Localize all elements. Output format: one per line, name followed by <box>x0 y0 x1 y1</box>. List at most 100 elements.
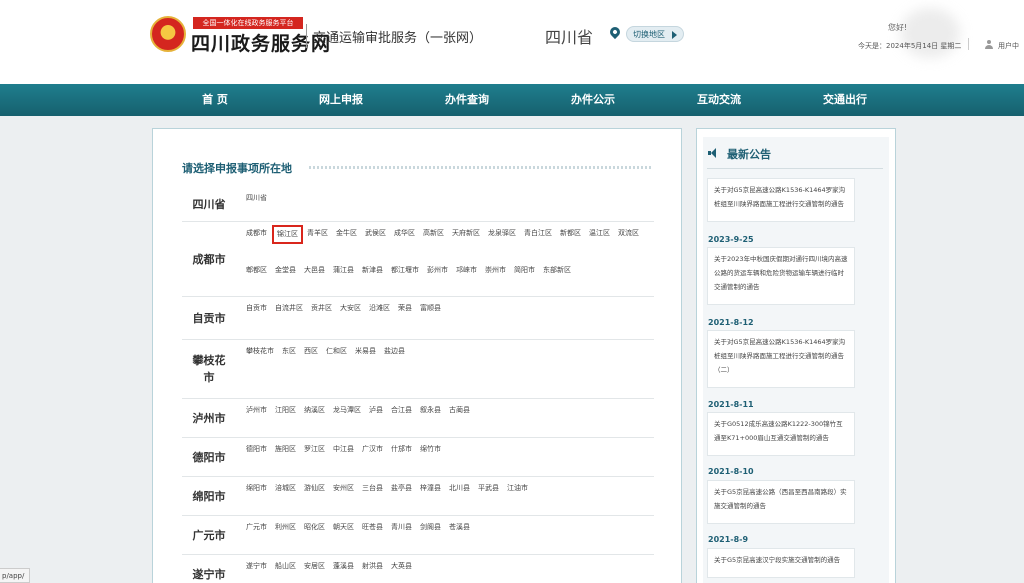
district-link[interactable]: 成华区 <box>394 224 423 261</box>
district-link[interactable]: 绵竹市 <box>420 440 449 476</box>
district-link[interactable]: 朝天区 <box>333 518 362 554</box>
district-link[interactable]: 纳溪区 <box>304 401 333 437</box>
district-link[interactable]: 简阳市 <box>514 261 543 297</box>
logo-title[interactable]: 四川政务服务网 <box>191 29 331 56</box>
district-link[interactable]: 武侯区 <box>365 224 394 261</box>
region-row: 泸州市 泸州市 江阳区 纳溪区 龙马潭区 泸县 合江县 叙永县 古蔺县 <box>182 399 654 438</box>
district-link[interactable]: 中江县 <box>333 440 362 476</box>
national-emblem-logo[interactable] <box>150 16 186 52</box>
district-link[interactable]: 北川县 <box>449 479 478 515</box>
district-link[interactable]: 仁和区 <box>326 342 355 398</box>
district-link[interactable]: 青川县 <box>391 518 420 554</box>
district-link-selected[interactable]: 锦江区 <box>272 225 303 244</box>
notice-item[interactable]: 关于G5京昆高速公路（西昌至西昌南路段）实施交通管制的通告 <box>707 480 855 524</box>
notice-item[interactable]: 关于对G5京昆高速公路K1536-K1464罗家沟桩组至川陕界路面施工程进行交通… <box>707 178 855 222</box>
district-link[interactable]: 盐亭县 <box>391 479 420 515</box>
district-link[interactable]: 船山区 <box>275 557 304 583</box>
district-link[interactable]: 龙泉驿区 <box>488 224 524 261</box>
greeting-text: 您好! <box>888 23 908 32</box>
district-link[interactable]: 东部新区 <box>543 261 579 297</box>
nav-online-apply[interactable]: 网上申报 <box>310 84 372 116</box>
district-link[interactable]: 江阳区 <box>275 401 304 437</box>
announcement-title: 最新公告 <box>727 148 771 161</box>
nav-interaction[interactable]: 互动交流 <box>688 84 750 116</box>
district-link[interactable]: 高新区 <box>423 224 452 261</box>
district-link[interactable]: 四川省 <box>246 189 275 221</box>
district-link[interactable]: 大安区 <box>340 299 369 339</box>
district-link[interactable]: 西区 <box>304 342 326 398</box>
district-link[interactable]: 新津县 <box>362 261 391 297</box>
district-link[interactable]: 合江县 <box>391 401 420 437</box>
district-link[interactable]: 德阳市 <box>246 440 275 476</box>
notice-item[interactable]: 关于G5京昆高速汉宁段实施交通管制的通告 <box>707 548 855 578</box>
district-link[interactable]: 天府新区 <box>452 224 488 261</box>
district-link[interactable]: 邛崃市 <box>456 261 485 297</box>
district-link[interactable]: 广汉市 <box>362 440 391 476</box>
district-link[interactable]: 蓬溪县 <box>333 557 362 583</box>
district-link[interactable]: 米易县 <box>355 342 384 398</box>
district-link[interactable]: 都江堰市 <box>391 261 427 297</box>
district-link[interactable]: 什邡市 <box>391 440 420 476</box>
district-link[interactable]: 苍溪县 <box>449 518 478 554</box>
district-link[interactable]: 三台县 <box>362 479 391 515</box>
district-link[interactable]: 温江区 <box>589 224 618 261</box>
nav-case-query[interactable]: 办件查询 <box>436 84 498 116</box>
user-center-link[interactable]: 用户中 <box>998 41 1019 51</box>
district-link[interactable]: 古蔺县 <box>449 401 478 437</box>
district-link[interactable]: 罗江区 <box>304 440 333 476</box>
notice-item[interactable]: 关于对G5京昆高速公路K1536-K1464罗家沟桩组至川陕界路面施工程进行交通… <box>707 330 855 388</box>
nav-case-publicity[interactable]: 办件公示 <box>562 84 624 116</box>
district-link[interactable]: 金堂县 <box>275 261 304 297</box>
notice-item[interactable]: 关于G0512成乐高速公路K1222-300锦竹互通至K71+000眉山互通交通… <box>707 412 855 456</box>
district-link[interactable]: 沿滩区 <box>369 299 398 339</box>
district-link[interactable]: 蒲江县 <box>333 261 362 297</box>
district-link[interactable]: 青羊区 <box>307 224 336 261</box>
district-link[interactable]: 安居区 <box>304 557 333 583</box>
district-link[interactable]: 荣县 <box>398 299 420 339</box>
switch-region-button[interactable]: 切换地区 <box>626 26 684 42</box>
district-link[interactable]: 青白江区 <box>524 224 560 261</box>
notice-date: 2021-8-10 <box>708 467 754 476</box>
district-link[interactable]: 自流井区 <box>275 299 311 339</box>
district-link[interactable]: 金牛区 <box>336 224 365 261</box>
district-link[interactable]: 成都市 <box>246 224 275 261</box>
district-link[interactable]: 贡井区 <box>311 299 340 339</box>
district-link[interactable]: 大邑县 <box>304 261 333 297</box>
notice-item[interactable]: 关于2023年中秋国庆假期对通行四川境内高速公路的货运车辆和危险货物运输车辆进行… <box>707 247 855 305</box>
district-link[interactable]: 旺苍县 <box>362 518 391 554</box>
district-link[interactable]: 盐边县 <box>384 342 413 398</box>
district-link[interactable]: 富顺县 <box>420 299 449 339</box>
district-link[interactable]: 龙马潭区 <box>333 401 369 437</box>
nav-traffic-travel[interactable]: 交通出行 <box>814 84 876 116</box>
nav-home[interactable]: 首 页 <box>188 84 242 116</box>
district-link[interactable]: 双流区 <box>618 224 647 261</box>
district-link[interactable]: 彭州市 <box>427 261 456 297</box>
district-link[interactable]: 平武县 <box>478 479 507 515</box>
district-link[interactable]: 昭化区 <box>304 518 333 554</box>
district-link[interactable]: 叙永县 <box>420 401 449 437</box>
district-link[interactable]: 大英县 <box>391 557 420 583</box>
district-link[interactable]: 射洪县 <box>362 557 391 583</box>
district-link[interactable]: 泸州市 <box>246 401 275 437</box>
district-link[interactable]: 泸县 <box>369 401 391 437</box>
district-link[interactable]: 攀枝花市 <box>246 342 282 398</box>
district-link[interactable]: 游仙区 <box>304 479 333 515</box>
district-link[interactable]: 安州区 <box>333 479 362 515</box>
district-link[interactable]: 遂宁市 <box>246 557 275 583</box>
user-icon[interactable] <box>985 40 993 49</box>
city-name-label: 成都市 <box>192 252 226 266</box>
district-link[interactable]: 梓潼县 <box>420 479 449 515</box>
district-link[interactable]: 广元市 <box>246 518 275 554</box>
district-link[interactable]: 郫都区 <box>246 261 275 297</box>
district-link[interactable]: 东区 <box>282 342 304 398</box>
district-link[interactable]: 自贡市 <box>246 299 275 339</box>
district-link[interactable]: 江油市 <box>507 479 536 515</box>
district-link[interactable]: 崇州市 <box>485 261 514 297</box>
district-link[interactable]: 剑阁县 <box>420 518 449 554</box>
district-list: 成都市 锦江区 青羊区 金牛区 武侯区 成华区 高新区 天府新区 龙泉驿区 青白江区 新都区 温江区双… <box>236 222 654 296</box>
district-link[interactable]: 绵阳市 <box>246 479 275 515</box>
district-link[interactable]: 利州区 <box>275 518 304 554</box>
district-link[interactable]: 旌阳区 <box>275 440 304 476</box>
district-link[interactable]: 新都区 <box>560 224 589 261</box>
district-link[interactable]: 涪城区 <box>275 479 304 515</box>
